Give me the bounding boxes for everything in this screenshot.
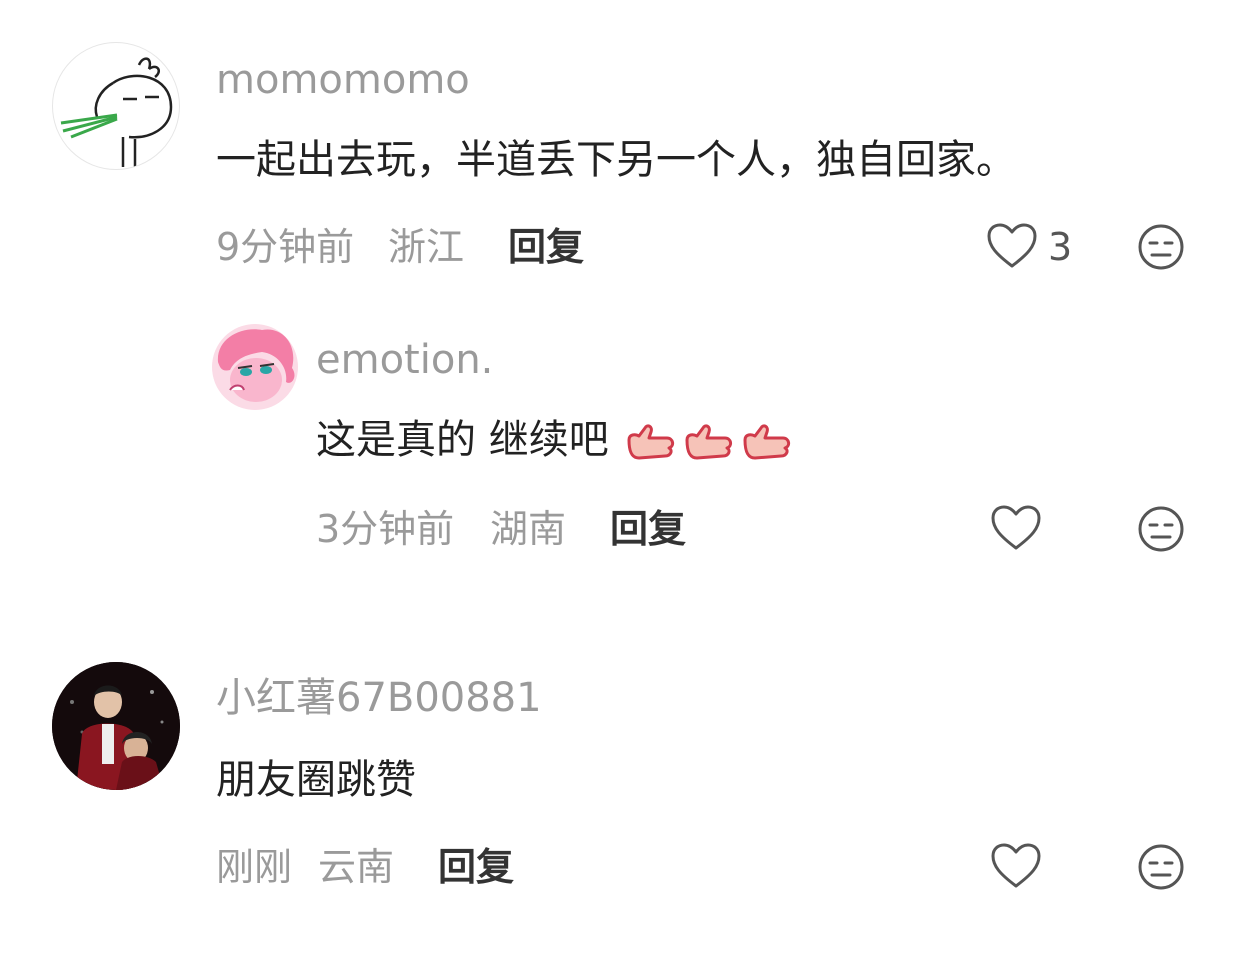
reply-button[interactable]: 回复 <box>508 228 584 266</box>
thumbs-up-icon <box>743 424 791 460</box>
couple-photo-avatar-icon <box>52 662 180 790</box>
emoji-group <box>625 422 793 462</box>
heart-icon[interactable] <box>986 222 1038 270</box>
comment-text: 这是真的 继续吧 <box>316 420 793 462</box>
thumbs-up-icon <box>685 424 733 460</box>
pink-pony-avatar-icon <box>212 324 298 410</box>
username[interactable]: momomomo <box>216 60 470 100</box>
reply-button[interactable]: 回复 <box>438 848 514 886</box>
meh-face-icon[interactable] <box>1136 222 1186 272</box>
heart-icon[interactable] <box>990 842 1042 890</box>
comment-time: 3分钟前 <box>316 507 455 551</box>
comment-text-value: 这是真的 继续吧 <box>316 417 609 463</box>
thumbs-up-icon <box>627 424 675 460</box>
meh-face-icon[interactable] <box>1136 842 1186 892</box>
reply-button[interactable]: 回复 <box>610 510 686 548</box>
avatar[interactable] <box>52 42 180 170</box>
comment-location: 浙江 <box>388 225 465 269</box>
username[interactable]: emotion. <box>316 340 493 380</box>
avatar[interactable] <box>52 662 180 790</box>
comment-text: 一起出去玩，半道丢下另一个人，独自回家。 <box>216 137 1016 183</box>
comment-time: 9分钟前 <box>216 225 355 269</box>
comment-time: 刚刚 <box>216 845 293 889</box>
comment-location: 云南 <box>318 845 395 889</box>
heart-icon[interactable] <box>990 504 1042 552</box>
bunny-sketch-avatar-icon <box>60 57 173 167</box>
avatar[interactable] <box>212 324 298 410</box>
like-count: 3 <box>1048 225 1073 269</box>
comment-location: 湖南 <box>490 507 567 551</box>
meh-face-icon[interactable] <box>1136 504 1186 554</box>
username[interactable]: 小红薯67B00881 <box>216 678 542 718</box>
comment-text: 朋友圈跳赞 <box>216 757 416 803</box>
